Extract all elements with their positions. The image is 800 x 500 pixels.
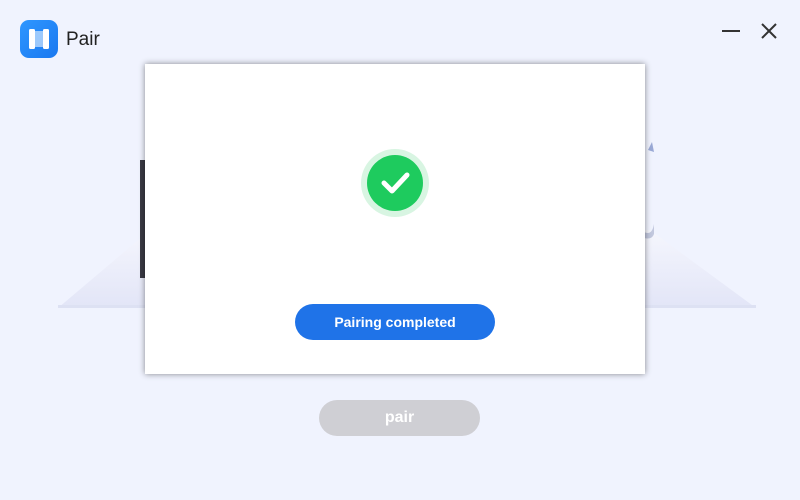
- close-button[interactable]: [758, 20, 780, 42]
- app-title: Pair: [66, 29, 100, 50]
- book-app-icon: [20, 20, 58, 58]
- minimize-button[interactable]: [720, 20, 742, 42]
- pairing-dialog: Pairing completed: [145, 64, 645, 374]
- close-icon: [761, 23, 777, 39]
- pair-button[interactable]: pair: [319, 400, 480, 436]
- pairing-completed-button[interactable]: Pairing completed: [295, 304, 495, 340]
- minimize-icon: [722, 30, 740, 32]
- check-circle-icon: [361, 149, 429, 217]
